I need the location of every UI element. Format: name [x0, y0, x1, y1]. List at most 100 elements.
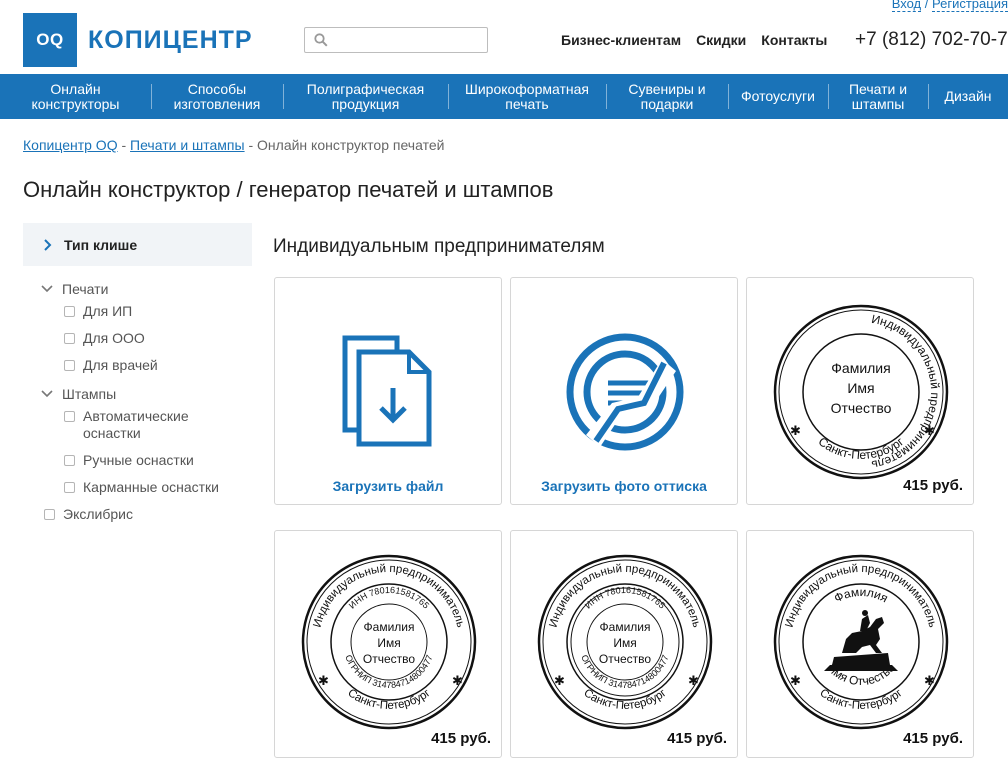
- checkbox[interactable]: [64, 360, 75, 371]
- nav-label: Фотоуслуги: [741, 88, 815, 104]
- logo-name: КОПИЦЕНТР: [88, 25, 253, 54]
- stamp-inn-text: ИНН 780161581765: [583, 585, 667, 611]
- filter-option-manual[interactable]: Ручные оснастки: [23, 452, 252, 469]
- filter-option-label: Ручные оснастки: [83, 452, 194, 468]
- page-title: Онлайн конструктор / генератор печатей и…: [23, 177, 554, 202]
- filter-option-label: Для ООО: [83, 330, 145, 346]
- stamp-star: ✱: [790, 423, 801, 438]
- checkbox[interactable]: [64, 482, 75, 493]
- site-logo[interactable]: OQ КОПИЦЕНТР: [23, 13, 253, 67]
- search-input[interactable]: [333, 31, 483, 49]
- main-nav: Онлайн конструкторы Способы изготовления П…: [0, 74, 1008, 119]
- upload-photo-label: Загрузить фото оттиска: [541, 478, 707, 494]
- logo-mark: OQ: [23, 13, 77, 67]
- stamp-star: ✱: [318, 673, 329, 688]
- nav-design[interactable]: Дизайн: [928, 74, 1008, 119]
- nav-wide-format-printing[interactable]: Широкоформатная печать: [448, 74, 606, 119]
- sidebar-header[interactable]: Тип клише: [23, 223, 252, 266]
- stamp-template-card[interactable]: Индивидуальный предприниматель Санкт-Пет…: [510, 530, 738, 758]
- upload-file-label: Загрузить файл: [332, 478, 444, 494]
- upload-file-card[interactable]: Загрузить файл: [274, 277, 502, 505]
- stamp-star: ✱: [688, 673, 699, 688]
- stamp-patronymic: Отчество: [831, 400, 892, 416]
- phone-number[interactable]: +7 (812) 702-70-77: [855, 29, 1008, 51]
- stamp-star: ✱: [790, 673, 801, 688]
- nav-label-line1: Полиграфическая: [306, 80, 425, 97]
- checkbox[interactable]: [64, 333, 75, 344]
- breadcrumb-current: Онлайн конструктор печатей: [257, 137, 445, 153]
- stamp-star: ✱: [924, 673, 935, 688]
- filter-option-label: Автоматические оснастки: [83, 408, 189, 442]
- chevron-down-icon: [41, 285, 53, 293]
- nav-label-line2: подарки: [640, 95, 694, 112]
- stamp-preview: Индивидуальный предприниматель Санкт-Пет…: [537, 554, 713, 730]
- stamp-outer-text: Индивидуальный предприниматель: [312, 563, 467, 629]
- discounts-link[interactable]: Скидки: [696, 32, 746, 48]
- stamp-surname: Фамилия: [364, 620, 415, 634]
- filter-option-doctors[interactable]: Для врачей: [23, 357, 252, 374]
- filter-option-label: Для врачей: [83, 357, 158, 373]
- upload-file-icon: [342, 335, 432, 447]
- stamp-name: Имя: [613, 636, 636, 650]
- stamp-price: 415 руб.: [903, 477, 963, 494]
- contacts-link[interactable]: Контакты: [761, 32, 827, 48]
- nav-label-line2: печать: [505, 95, 549, 112]
- stamp-surname: Фамилия: [831, 360, 890, 376]
- nav-production-methods[interactable]: Способы изготовления: [151, 74, 283, 119]
- filter-group-seals[interactable]: Печати: [23, 279, 252, 299]
- stamp-star: ✱: [452, 673, 463, 688]
- stamp-template-card[interactable]: Индивидуальный предприниматель Санкт-Пет…: [746, 277, 974, 505]
- nav-seals-stamps[interactable]: Печати и штампы: [828, 74, 928, 119]
- stamp-star: ✱: [924, 423, 935, 438]
- filter-option-ooo[interactable]: Для ООО: [23, 330, 252, 347]
- sidebar-filter: Тип клише Печати Для ИП Для ООО Для врач…: [23, 223, 252, 533]
- stamp-preview: Индивидуальный предприниматель Санкт-Пет…: [773, 304, 949, 480]
- stamp-surname: Фамилия: [600, 620, 651, 634]
- stamp-name: Имя: [377, 636, 400, 650]
- nav-label-line1: Онлайн: [50, 80, 101, 97]
- filter-tree: Печати Для ИП Для ООО Для врачей Штампы …: [23, 279, 252, 523]
- filter-option-automatic[interactable]: Автоматические оснастки: [23, 408, 252, 442]
- filter-option-label: Карманные оснастки: [83, 479, 220, 495]
- breadcrumb-separator: -: [117, 137, 131, 153]
- filter-option-label-line1: Автоматические: [83, 408, 189, 424]
- filter-option-ip[interactable]: Для ИП: [23, 303, 252, 320]
- checkbox[interactable]: [44, 509, 55, 520]
- site-header: OQ КОПИЦЕНТР Бизнес-клиентам Скидки Конт…: [0, 0, 1008, 74]
- breadcrumb-home[interactable]: Копицентр OQ: [23, 137, 118, 153]
- section-title: Индивидуальным предпринимателям: [273, 236, 605, 257]
- filter-option-exlibris[interactable]: Экслибрис: [23, 506, 252, 523]
- nav-label-line1: Печати и: [848, 80, 908, 97]
- filter-group-label: Штампы: [62, 386, 117, 402]
- stamp-template-card[interactable]: Индивидуальный предприниматель Санкт-Пет…: [274, 530, 502, 758]
- top-links: Бизнес-клиентам Скидки Контакты: [561, 32, 827, 48]
- stamp-template-card[interactable]: Индивидуальный предприниматель Санкт-Пет…: [746, 530, 974, 758]
- nav-photo-services[interactable]: Фотоуслуги: [728, 74, 828, 119]
- upload-photo-card[interactable]: Загрузить фото оттиска: [510, 277, 738, 505]
- stamp-outer-text: Индивидуальный предприниматель: [548, 563, 703, 629]
- checkbox[interactable]: [64, 306, 75, 317]
- search-box[interactable]: [304, 27, 488, 53]
- stamp-star: ✱: [554, 673, 565, 688]
- nav-souvenirs-gifts[interactable]: Сувениры и подарки: [606, 74, 728, 119]
- chevron-right-icon: [44, 238, 52, 251]
- stamp-preview: Индивидуальный предприниматель Санкт-Пет…: [773, 554, 949, 730]
- filter-option-pocket[interactable]: Карманные оснастки: [23, 479, 252, 496]
- checkbox[interactable]: [64, 411, 75, 422]
- nav-online-constructors[interactable]: Онлайн конструкторы: [0, 74, 151, 119]
- filter-group-stamps[interactable]: Штампы: [23, 384, 252, 404]
- checkbox[interactable]: [64, 455, 75, 466]
- stamp-name: Имя: [847, 380, 874, 396]
- sidebar-header-label: Тип клише: [64, 236, 138, 253]
- nav-label-line2: продукция: [331, 95, 400, 112]
- nav-printing-products[interactable]: Полиграфическая продукция: [283, 74, 448, 119]
- breadcrumb: Копицентр OQ - Печати и штампы - Онлайн …: [23, 137, 444, 153]
- nav-label-line2: изготовления: [173, 95, 261, 112]
- chevron-down-icon: [41, 390, 53, 398]
- stamp-inn-text: ИНН 780161581765: [347, 585, 431, 611]
- breadcrumb-seals[interactable]: Печати и штампы: [130, 137, 245, 153]
- filter-group-label: Печати: [62, 281, 109, 297]
- filter-option-label: Для ИП: [83, 303, 133, 319]
- nav-label: Дизайн: [944, 88, 992, 104]
- business-clients-link[interactable]: Бизнес-клиентам: [561, 32, 681, 48]
